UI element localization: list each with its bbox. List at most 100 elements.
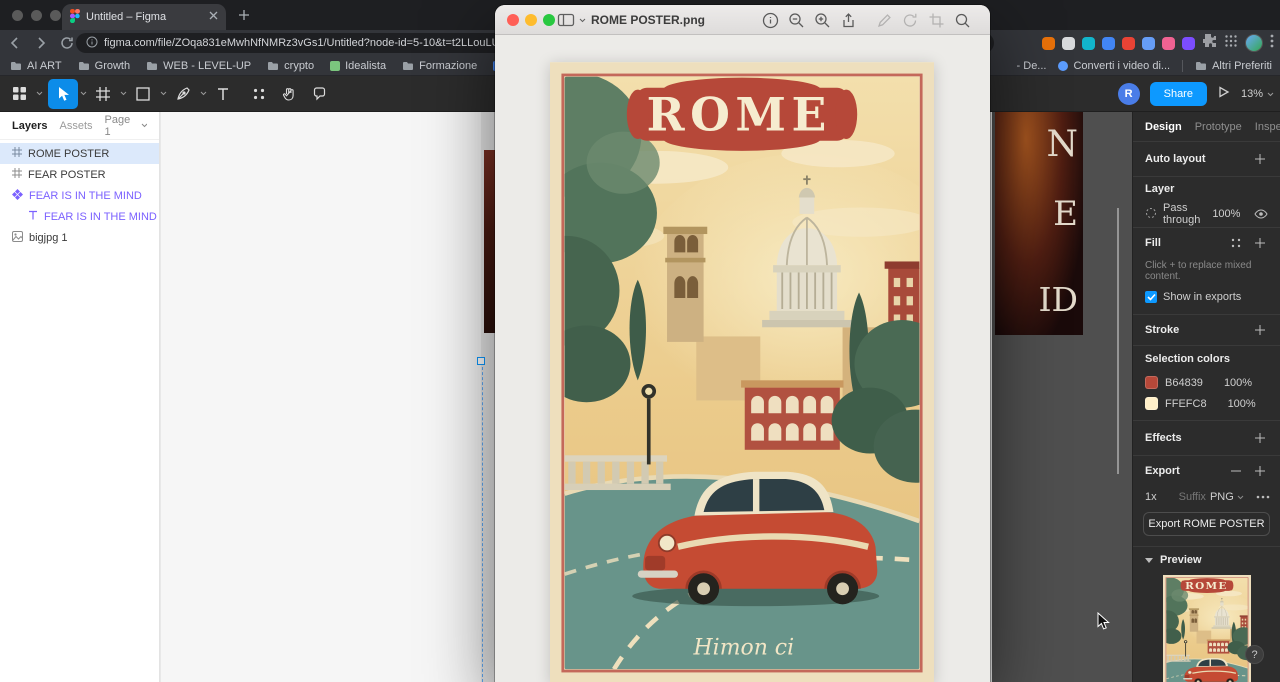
site-info-icon[interactable] [86, 36, 98, 51]
window-close-button[interactable] [12, 10, 23, 21]
chevron-down-icon[interactable] [34, 79, 44, 109]
canvas-scrollbar[interactable] [1117, 208, 1119, 474]
layer-row[interactable]: FEAR POSTER [0, 164, 159, 185]
color-opacity-value[interactable]: 100% [1224, 377, 1252, 389]
layer-row[interactable]: FEAR IS IN THE MIND [0, 185, 159, 206]
new-tab-button[interactable] [236, 7, 252, 23]
extension-icon[interactable] [1182, 37, 1195, 50]
tab-layers[interactable]: Layers [12, 120, 47, 132]
bookmark-item[interactable]: WEB - LEVEL-UP [146, 60, 251, 72]
export-button[interactable]: Export ROME POSTER [1143, 512, 1270, 536]
shape-tool-button[interactable] [128, 79, 158, 109]
bookmark-item[interactable]: Growth [78, 60, 130, 72]
layer-row[interactable]: FEAR IS IN THE MIND [0, 206, 159, 227]
window-minimize-button[interactable] [525, 14, 537, 26]
crop-icon[interactable] [927, 11, 945, 29]
browser-profile-avatar[interactable] [1245, 34, 1263, 52]
search-icon[interactable] [953, 11, 971, 29]
info-icon[interactable] [761, 11, 779, 29]
extension-icon[interactable] [1162, 37, 1175, 50]
move-tool-button[interactable] [48, 79, 78, 109]
extension-icon[interactable] [1142, 37, 1155, 50]
tab-close-icon[interactable] [209, 11, 218, 23]
bookmark-item[interactable]: AI ART [10, 60, 62, 72]
pen-tool-button[interactable] [168, 79, 198, 109]
fear-poster-image[interactable]: N E ID [995, 112, 1083, 335]
extension-icon[interactable] [1042, 37, 1055, 50]
user-avatar[interactable]: R [1118, 83, 1140, 105]
extension-icon[interactable] [1082, 37, 1095, 50]
chevron-down-icon[interactable] [198, 79, 208, 109]
add-auto-layout-icon[interactable] [1252, 151, 1268, 167]
bookmark-item[interactable]: crypto [267, 60, 314, 72]
tab-design[interactable]: Design [1145, 121, 1182, 133]
bookmark-item[interactable]: Formazione [402, 60, 477, 72]
share-icon[interactable] [839, 11, 857, 29]
present-icon[interactable] [1217, 85, 1231, 104]
window-close-button[interactable] [507, 14, 519, 26]
window-zoom-button[interactable] [543, 14, 555, 26]
bookmark-item[interactable]: - De... [1017, 60, 1047, 72]
comment-tool-button[interactable] [304, 79, 334, 109]
visibility-eye-icon[interactable] [1254, 206, 1268, 222]
share-button[interactable]: Share [1150, 82, 1207, 106]
bookmark-item[interactable]: Idealista [330, 60, 386, 72]
add-export-icon[interactable] [1252, 463, 1268, 479]
markup-pencil-icon[interactable] [875, 11, 893, 29]
zoom-in-icon[interactable] [813, 11, 831, 29]
text-tool-button[interactable] [208, 79, 238, 109]
tab-assets[interactable]: Assets [59, 120, 92, 132]
forward-icon[interactable] [30, 32, 52, 54]
zoom-level-control[interactable]: 13% [1241, 88, 1274, 100]
browser-tab[interactable]: Untitled – Figma [62, 4, 226, 30]
extension-icon[interactable] [1062, 37, 1075, 50]
browser-menu-icon[interactable] [1270, 34, 1274, 53]
color-opacity-value[interactable]: 100% [1228, 398, 1256, 410]
export-more-options-icon[interactable] [1256, 489, 1270, 505]
window-minimize-button[interactable] [31, 10, 42, 21]
color-hex-value[interactable]: B64839 [1165, 377, 1203, 389]
color-swatch[interactable] [1145, 376, 1158, 389]
export-format-select[interactable]: PNG [1210, 491, 1244, 503]
help-button[interactable]: ? [1245, 645, 1264, 664]
canvas-frame-white[interactable] [161, 112, 481, 682]
tab-inspect[interactable]: Inspect [1255, 121, 1280, 133]
show-in-exports-checkbox[interactable] [1145, 291, 1157, 303]
color-hex-value[interactable]: FFEFC8 [1165, 398, 1207, 410]
add-stroke-icon[interactable] [1252, 322, 1268, 338]
extension-icon[interactable] [1122, 37, 1135, 50]
color-swatch[interactable] [1145, 397, 1158, 410]
extension-icon[interactable] [1102, 37, 1115, 50]
reload-icon[interactable] [56, 32, 78, 54]
selection-handle[interactable] [477, 357, 485, 365]
layer-opacity-value[interactable]: 100% [1212, 208, 1240, 220]
bookmark-item[interactable]: Converti i video di... [1058, 60, 1170, 72]
export-suffix-field[interactable]: Suffix [1179, 491, 1206, 503]
back-icon[interactable] [4, 32, 26, 54]
blend-mode-value[interactable]: Pass through [1163, 202, 1200, 226]
chevron-down-icon[interactable] [78, 79, 88, 109]
layer-row[interactable]: bigjpg 1 [0, 227, 159, 248]
page-selector[interactable]: Page 1 [105, 114, 148, 138]
preview-window-titlebar[interactable]: ROME POSTER.png [495, 5, 990, 35]
styles-icon[interactable] [1228, 235, 1244, 251]
sidebar-toggle-icon[interactable] [557, 12, 586, 28]
chevron-down-icon[interactable] [158, 79, 168, 109]
add-effect-icon[interactable] [1252, 430, 1268, 446]
main-menu-icon[interactable] [4, 79, 34, 109]
other-bookmarks-folder[interactable]: Altri Preferiti [1195, 60, 1272, 72]
hand-tool-button[interactable] [274, 79, 304, 109]
frame-tool-button[interactable] [88, 79, 118, 109]
chevron-down-icon[interactable] [118, 79, 128, 109]
window-zoom-button[interactable] [50, 10, 61, 21]
add-fill-icon[interactable] [1252, 235, 1268, 251]
resources-icon[interactable] [244, 79, 274, 109]
zoom-out-icon[interactable] [787, 11, 805, 29]
export-scale-select[interactable]: 1x [1145, 491, 1157, 503]
preview-collapse-caret[interactable] [1145, 558, 1153, 563]
rotate-icon[interactable] [901, 11, 919, 29]
fear-poster-frame[interactable]: N E ID [992, 112, 1132, 682]
tab-prototype[interactable]: Prototype [1195, 121, 1242, 133]
preview-window[interactable]: ROME POSTER.png [495, 5, 990, 682]
remove-export-icon[interactable] [1228, 463, 1244, 479]
